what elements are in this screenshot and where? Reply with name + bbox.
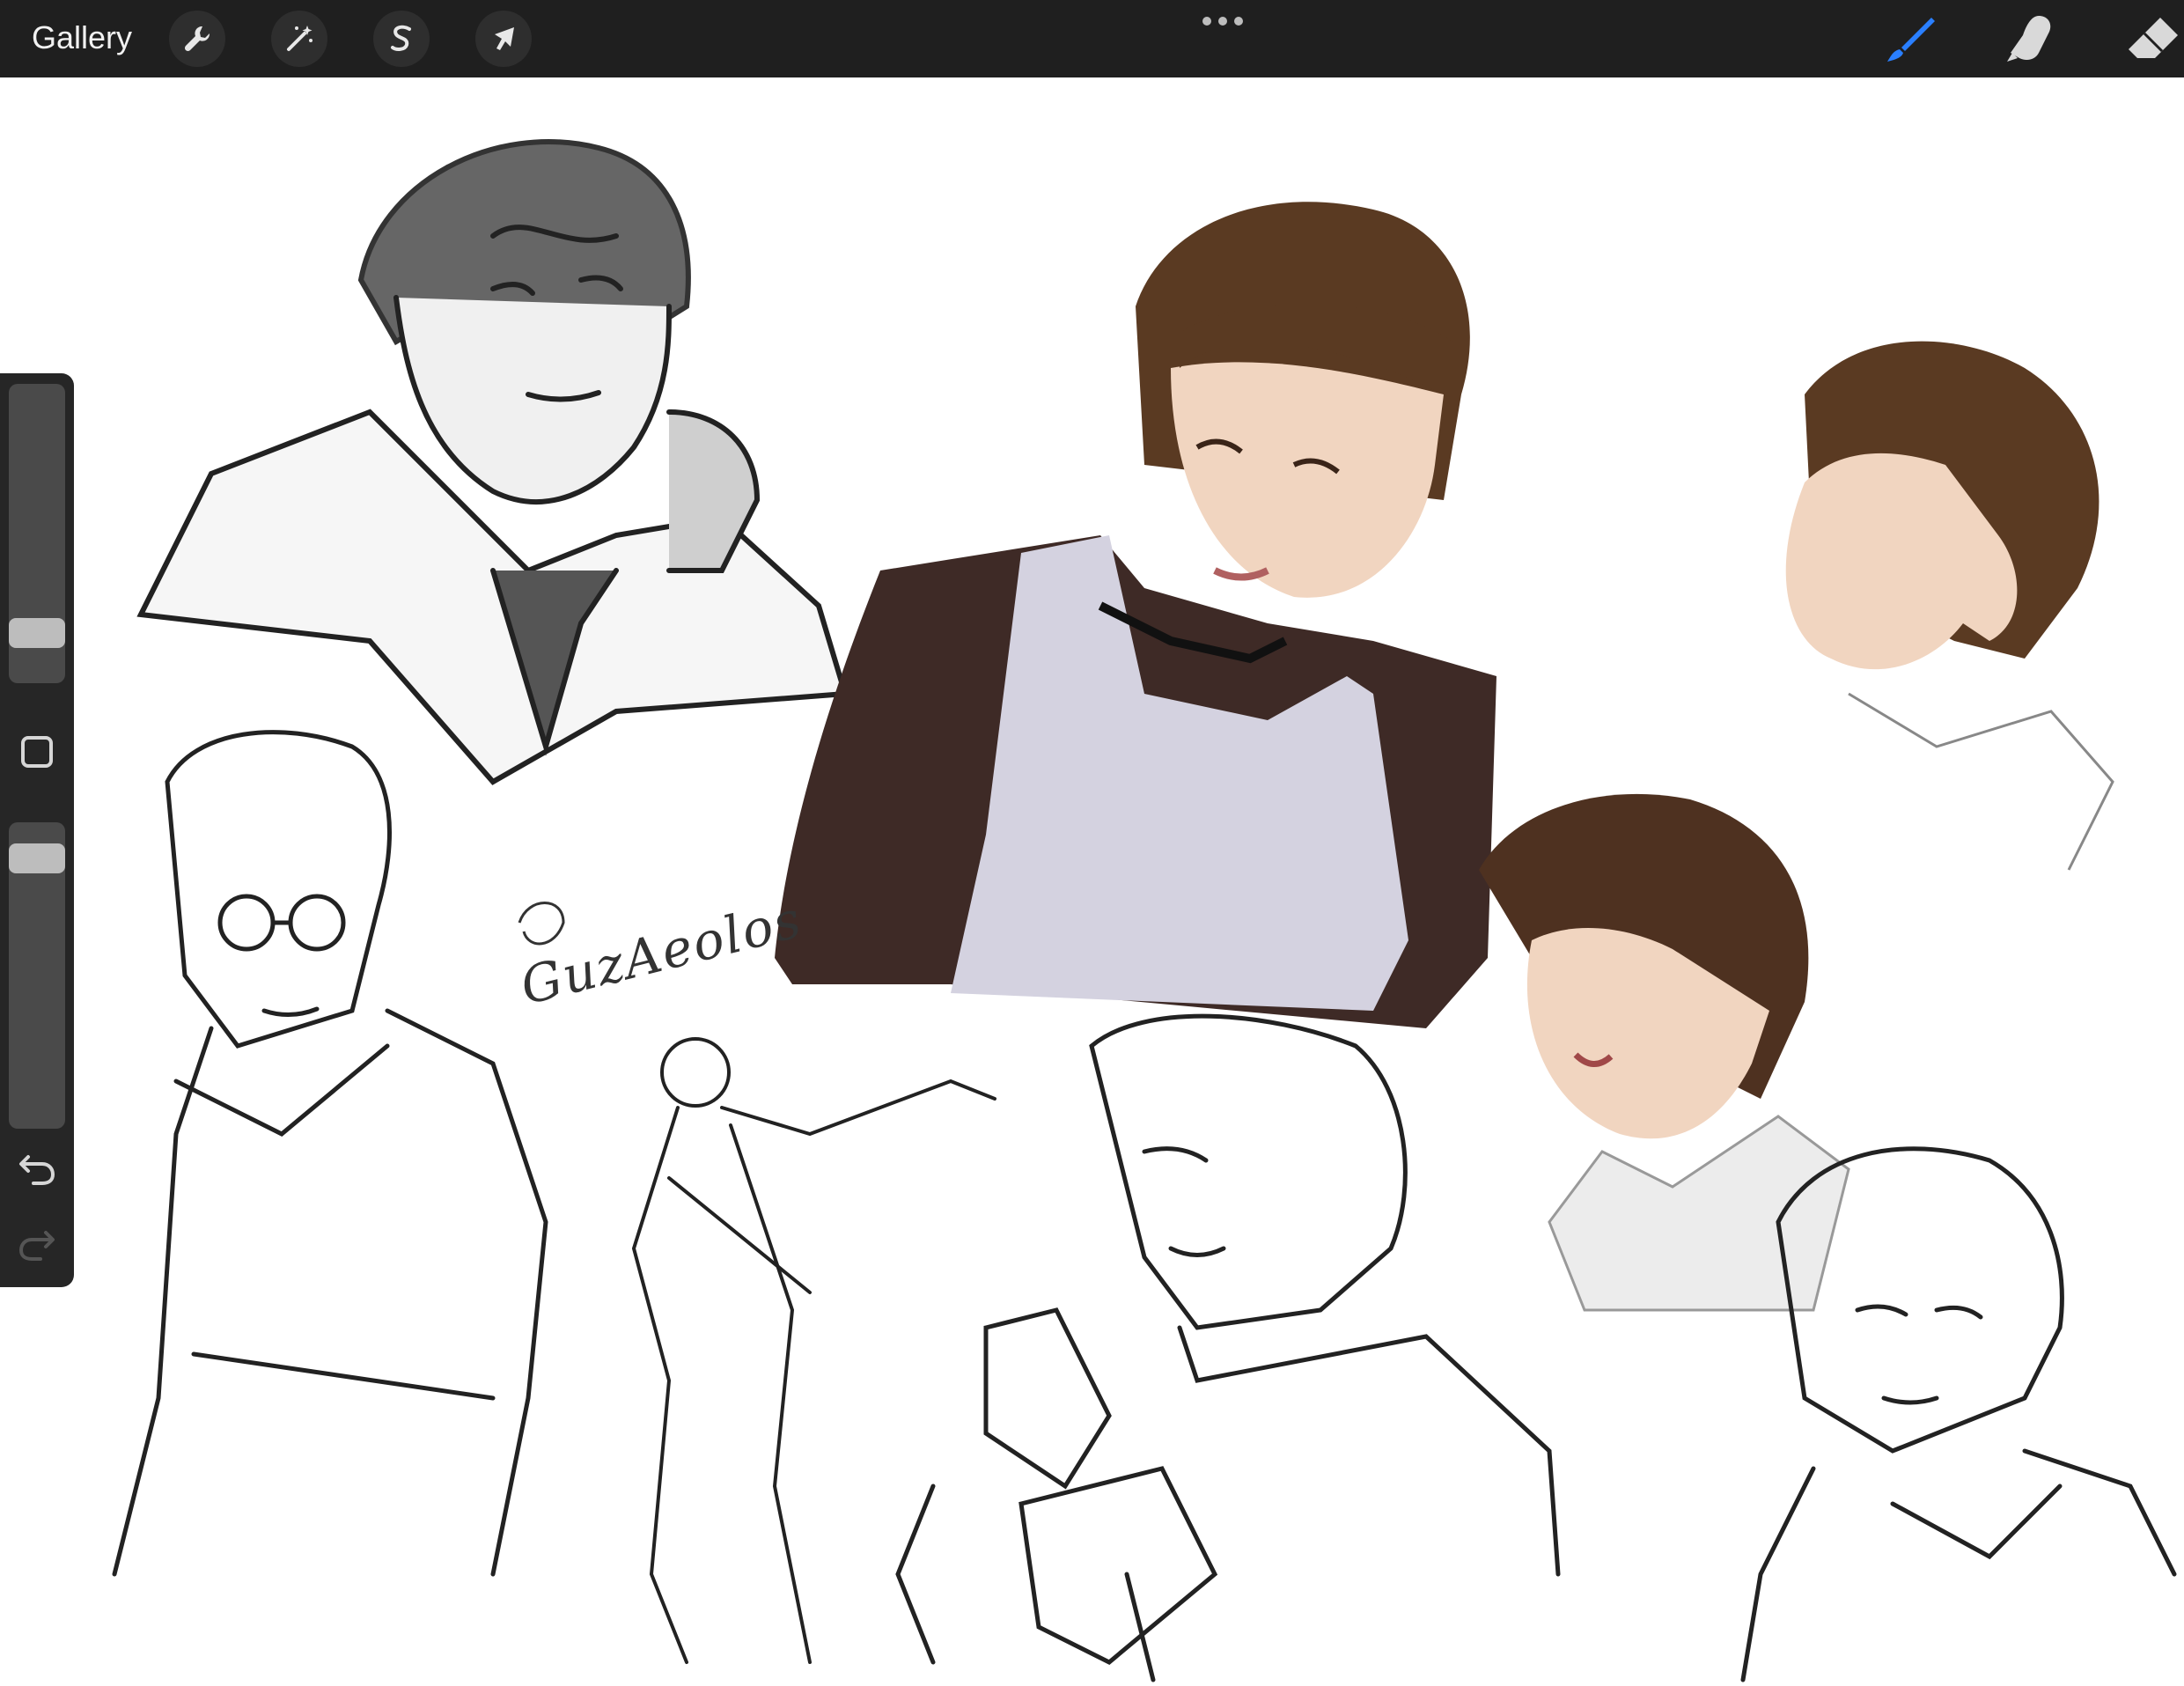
opacity-slider-thumb[interactable] <box>9 843 65 873</box>
brush-icon[interactable] <box>1882 12 1938 65</box>
actions-button[interactable] <box>169 11 225 67</box>
wrench-icon <box>184 26 210 52</box>
side-toolbar <box>0 373 74 1287</box>
sketch-figure-hand-on-chin <box>136 139 849 785</box>
smudge-finger-icon[interactable] <box>2004 12 2060 65</box>
arrow-cursor-icon <box>495 27 514 50</box>
gallery-button[interactable]: Gallery <box>32 18 132 57</box>
signature-stroke <box>518 902 565 946</box>
painted-figure-apron <box>775 202 1496 1028</box>
magic-wand-icon <box>287 26 313 51</box>
adjustments-button[interactable] <box>271 11 327 67</box>
brush-size-slider-thumb[interactable] <box>9 618 65 649</box>
transform-button[interactable] <box>475 11 532 67</box>
sketch-figure-gesture <box>631 1037 996 1664</box>
more-dots-icon[interactable] <box>1201 12 1245 30</box>
redo-arrow-icon[interactable] <box>18 1224 56 1263</box>
top-toolbar: Gallery <box>0 0 2184 77</box>
painted-figure-profile <box>1785 341 2114 871</box>
selection-button[interactable] <box>373 11 430 67</box>
modify-button[interactable] <box>21 736 53 768</box>
sketch-figure-glasses <box>112 730 548 1577</box>
painted-figure-talking <box>1479 793 1850 1312</box>
eraser-icon[interactable] <box>2125 12 2181 65</box>
sketch-figure-knife <box>895 1013 1561 1682</box>
undo-arrow-icon[interactable] <box>18 1148 56 1187</box>
selection-s-icon <box>391 25 411 51</box>
drawing-canvas[interactable]: GuzAeolos <box>0 77 2184 1686</box>
sketch-artwork <box>112 139 2177 1682</box>
